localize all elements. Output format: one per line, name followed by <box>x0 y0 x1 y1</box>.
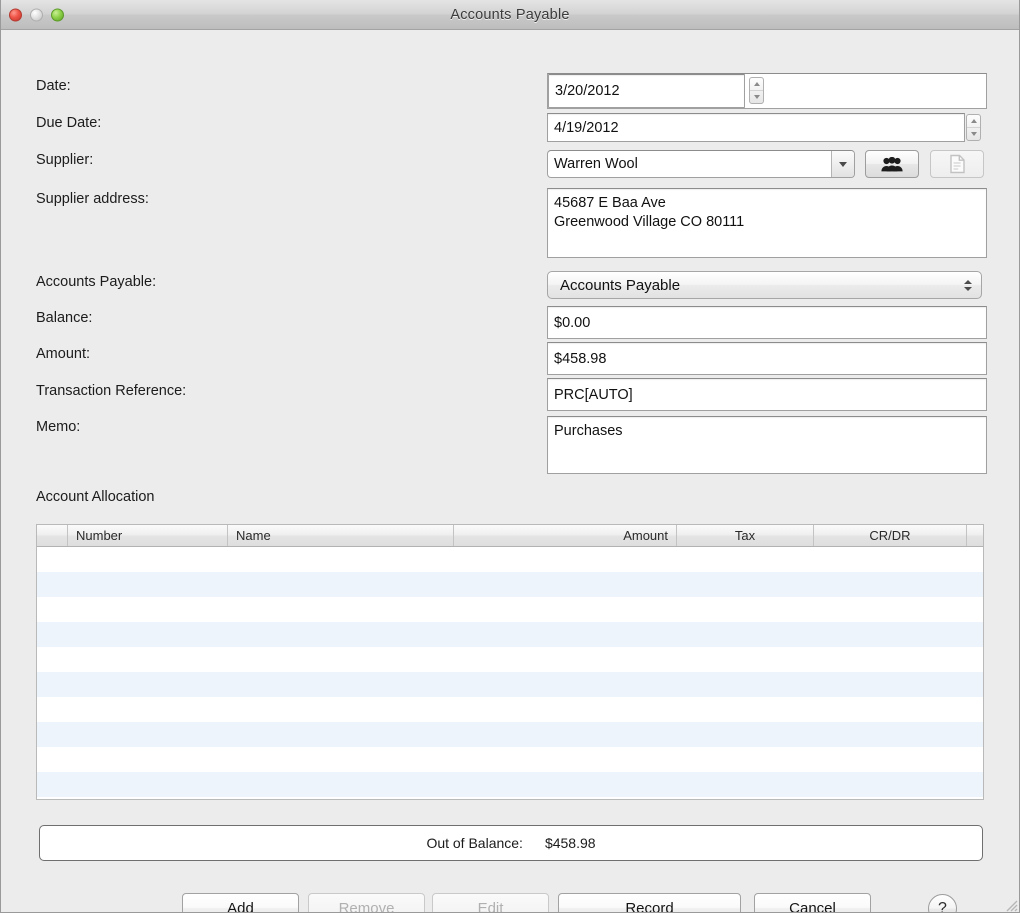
table-column-tax[interactable]: Tax <box>677 525 814 546</box>
chevron-down-icon[interactable] <box>831 151 854 177</box>
amount-input[interactable]: $458.98 <box>547 342 987 375</box>
accounts-payable-select[interactable]: Accounts Payable <box>547 271 982 299</box>
window-title: Accounts Payable <box>450 6 570 23</box>
transaction-reference-input[interactable]: PRC[AUTO] <box>547 378 987 411</box>
transaction-reference-label: Transaction Reference: <box>36 383 187 399</box>
table-row[interactable] <box>37 622 983 647</box>
due-date-stepper[interactable] <box>966 114 981 141</box>
people-group-icon <box>881 156 903 171</box>
supplier-picker-button[interactable] <box>865 150 919 178</box>
table-column-trail[interactable] <box>967 525 983 546</box>
table-row[interactable] <box>37 722 983 747</box>
table-body[interactable] <box>37 547 983 797</box>
table-row[interactable] <box>37 747 983 772</box>
supplier-label: Supplier: <box>36 152 94 168</box>
accounts-payable-window: Accounts Payable Date: 3/20/2012 Due Dat… <box>0 0 1020 913</box>
date-stepper-down[interactable] <box>750 90 763 103</box>
balance-label: Balance: <box>36 310 93 326</box>
memo-label: Memo: <box>36 419 81 435</box>
date-stepper-up[interactable] <box>750 78 763 90</box>
zoom-button[interactable] <box>51 8 64 21</box>
amount-label: Amount: <box>36 346 90 362</box>
accounts-payable-label: Accounts Payable: <box>36 274 157 290</box>
due-date-input[interactable]: 4/19/2012 <box>547 113 965 142</box>
table-row[interactable] <box>37 547 983 572</box>
edit-button[interactable]: Edit <box>432 893 549 912</box>
help-button[interactable]: ? <box>928 894 957 912</box>
remove-button[interactable]: Remove <box>308 893 425 912</box>
supplier-value: Warren Wool <box>554 156 638 172</box>
table-column-number[interactable]: Number <box>68 525 228 546</box>
table-column-name[interactable]: Name <box>228 525 454 546</box>
table-row[interactable] <box>37 772 983 797</box>
window-titlebar[interactable]: Accounts Payable <box>1 0 1019 30</box>
out-of-balance-value: $458.98 <box>544 835 596 851</box>
supplier-document-button[interactable] <box>930 150 984 178</box>
supplier-address-input[interactable]: 45687 E Baa Ave Greenwood Village CO 801… <box>547 188 987 258</box>
resize-grip-icon[interactable] <box>1002 896 1018 912</box>
date-stepper[interactable] <box>749 77 764 104</box>
accounts-payable-value: Accounts Payable <box>560 276 681 294</box>
due-date-stepper-down[interactable] <box>967 127 980 140</box>
account-allocation-title: Account Allocation <box>36 489 155 505</box>
out-of-balance-label: Out of Balance: <box>426 835 523 851</box>
date-label: Date: <box>36 78 71 94</box>
table-column-crdr[interactable]: CR/DR <box>814 525 967 546</box>
document-icon <box>949 154 965 174</box>
balance-input[interactable]: $0.00 <box>547 306 987 339</box>
record-button[interactable]: Record <box>558 893 741 912</box>
add-button[interactable]: Add <box>182 893 299 912</box>
table-row[interactable] <box>37 572 983 597</box>
table-row[interactable] <box>37 672 983 697</box>
close-button[interactable] <box>9 8 22 21</box>
minimize-button[interactable] <box>30 8 43 21</box>
table-column-amount[interactable]: Amount <box>454 525 677 546</box>
chevron-up-down-icon <box>964 279 972 291</box>
supplier-combobox[interactable]: Warren Wool <box>547 150 855 178</box>
table-column-lead[interactable] <box>37 525 68 546</box>
table-row[interactable] <box>37 647 983 672</box>
table-header-row: Number Name Amount Tax CR/DR <box>37 525 983 547</box>
due-date-stepper-up[interactable] <box>967 115 980 127</box>
table-row[interactable] <box>37 697 983 722</box>
out-of-balance-bar: Out of Balance: $458.98 <box>39 825 983 861</box>
table-row[interactable] <box>37 597 983 622</box>
due-date-label: Due Date: <box>36 115 102 131</box>
memo-input[interactable]: Purchases <box>547 416 987 474</box>
date-input[interactable]: 3/20/2012 <box>548 74 745 108</box>
window-controls <box>9 8 64 21</box>
account-allocation-table[interactable]: Number Name Amount Tax CR/DR <box>36 524 984 800</box>
cancel-button[interactable]: Cancel <box>754 893 871 912</box>
dialog-content: Date: 3/20/2012 Due Date: 4/19/2012 Supp… <box>1 30 1019 912</box>
supplier-address-label: Supplier address: <box>36 191 149 207</box>
